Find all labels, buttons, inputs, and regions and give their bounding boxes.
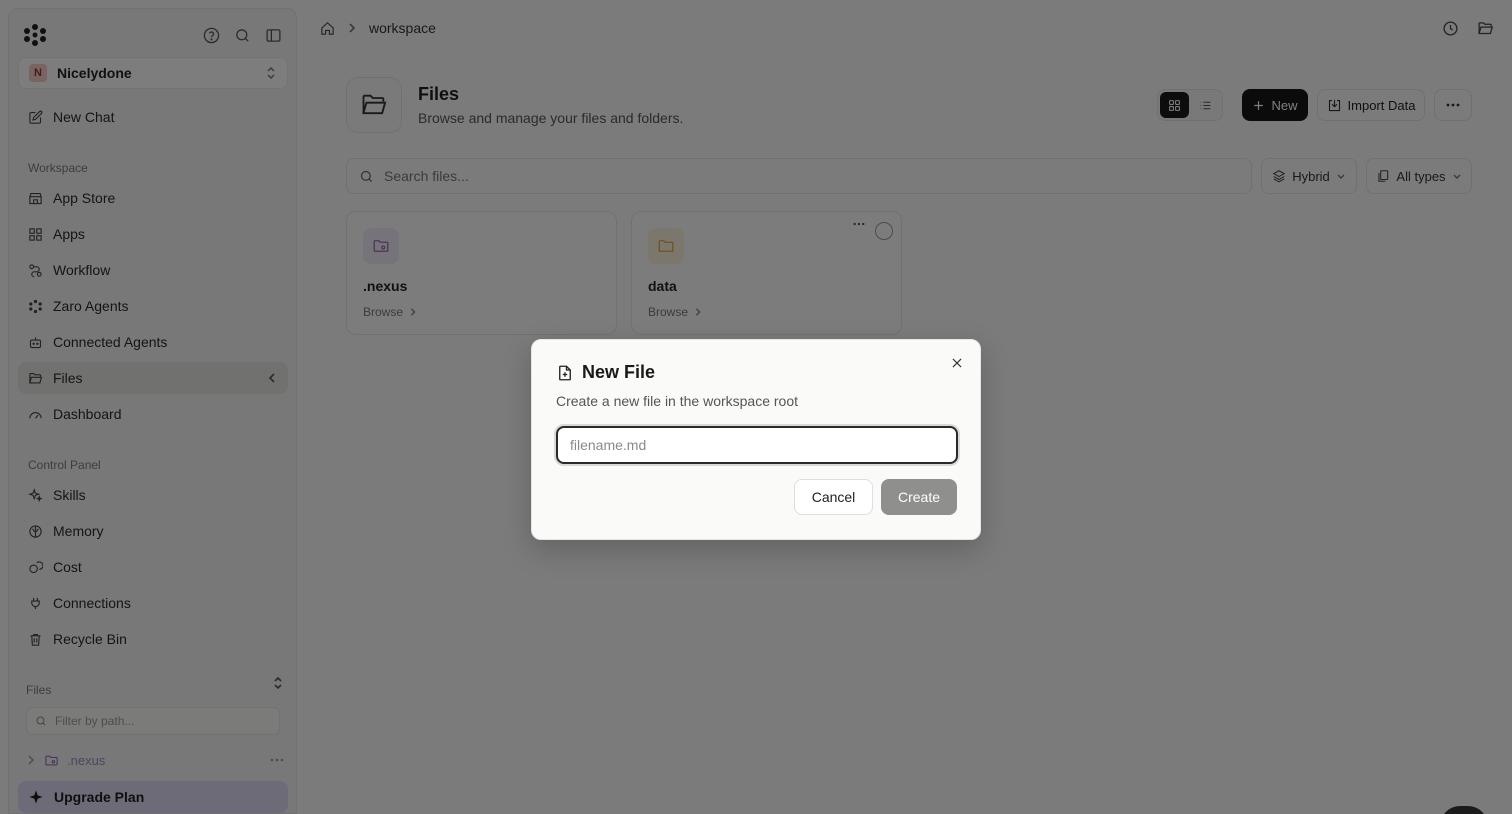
dialog-subtitle: Create a new file in the workspace root [556,393,799,409]
create-button[interactable]: Create [881,479,957,515]
filename-input[interactable] [556,426,958,464]
dialog-title-text: New File [582,362,656,382]
close-icon[interactable] [950,356,964,370]
file-plus-icon [556,364,574,382]
dialog-title: New File [556,362,655,383]
new-file-dialog: New File Create a new file in the worksp… [531,339,981,540]
cancel-button[interactable]: Cancel [794,479,873,515]
